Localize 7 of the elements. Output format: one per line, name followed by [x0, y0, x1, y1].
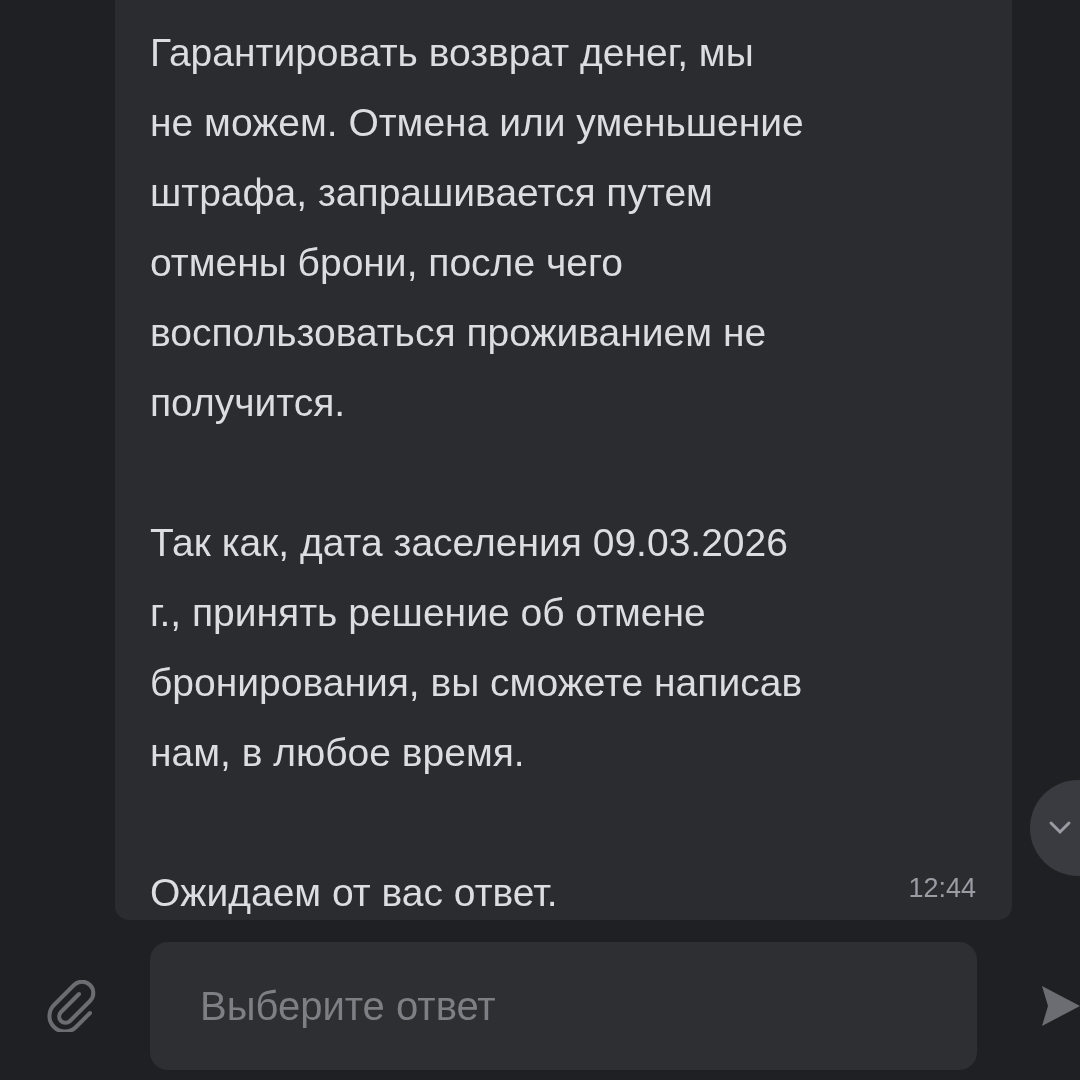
chevron-down-icon [1048, 820, 1072, 836]
message-time: 12:44 [908, 871, 976, 905]
paperclip-icon[interactable] [45, 980, 97, 1032]
message-text: Так как, дата заселения 09.03.2026 г., принять решение об отмене бронирования, вы сможете написав нам, в любое время. [150, 520, 803, 776]
message-text: Гарантировать возврат денег, мы не можем. Отмена или уменьшение штрафа, запрашивается путем отмены брони, после чего воспользоваться проживанием не получится. [150, 30, 804, 426]
message-text: Ожидаем от вас ответ. [150, 870, 558, 916]
reply-field[interactable]: Выберите ответ [150, 942, 977, 1070]
